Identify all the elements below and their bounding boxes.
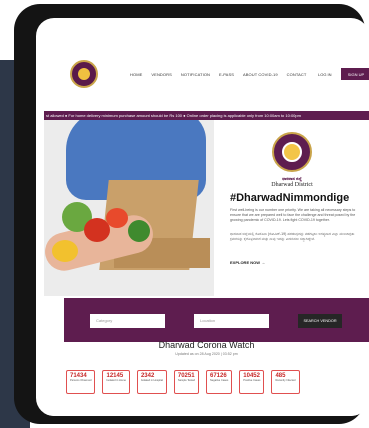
stat-label: Sample Tested xyxy=(177,379,195,382)
photo-veg xyxy=(52,240,78,262)
site-logo[interactable] xyxy=(70,60,98,88)
kannada-title: ಧಾರವಾಡ ಜಿಲ್ಲೆ xyxy=(282,176,302,181)
hero-description: First well-being is our number one prior… xyxy=(230,208,356,222)
login-link[interactable]: LOG IN xyxy=(318,72,332,77)
stat-card: 12145 Isolated in Home xyxy=(102,370,130,394)
stat-card: 71434 Persons Observed xyxy=(66,370,96,394)
corona-watch-title: Dharwad Corona Watch xyxy=(158,340,255,350)
explore-now-link[interactable]: EXPLORE NOW → xyxy=(230,260,265,265)
emblem-center xyxy=(282,142,302,162)
announcement-ticker: st allowed ● For home delivery minimum p… xyxy=(44,111,369,120)
stat-card: 67126 Negative Cases xyxy=(205,370,233,394)
delivery-photo xyxy=(44,120,214,296)
stat-label: Isolated in Home xyxy=(106,379,126,382)
stat-card: 70251 Sample Tested xyxy=(173,370,199,394)
stat-label: Negative Cases xyxy=(209,379,229,382)
stat-card: 10452 Positive Cases xyxy=(239,370,265,394)
menu-contact[interactable]: CONTACT xyxy=(287,72,307,77)
menu-home[interactable]: HOME xyxy=(130,72,142,77)
stats-row: 71434 Persons Observed 12145 Isolated in H… xyxy=(66,370,300,394)
menu-notification[interactable]: NOTIFICATION xyxy=(181,72,210,77)
main-menu: HOME VENDORS NOTIFICATION E-PASS ABOUT C… xyxy=(130,72,306,77)
menu-vendors[interactable]: VENDORS xyxy=(151,72,171,77)
signup-button[interactable]: SIGN UP xyxy=(341,68,369,80)
tablet-screen: HOME VENDORS NOTIFICATION E-PASS ABOUT C… xyxy=(36,18,369,416)
stat-card: 2342 Isolated in Hospital xyxy=(136,370,167,394)
stat-label: Persons Observed xyxy=(70,379,92,382)
updated-timestamp: Updated as on 28 Aug 2020 | 03:52 pm xyxy=(175,352,238,356)
logo-emblem-icon xyxy=(78,68,90,80)
hero-description-kannada: ಧಾರವಾಡ ಜಿಲ್ಲೆಯಲ್ಲಿ ಕೊರೊನಾ (ಕೋವಿಡ್-19) ಹರ… xyxy=(230,232,355,241)
photo-veg xyxy=(106,208,128,228)
district-name: Dharwad District xyxy=(271,182,313,188)
stat-label: Recently Infected xyxy=(275,379,296,382)
location-input[interactable]: Location xyxy=(194,314,269,328)
stat-label: Isolated in Hospital xyxy=(140,379,163,382)
district-emblem-icon xyxy=(272,132,312,172)
top-navbar: HOME VENDORS NOTIFICATION E-PASS ABOUT C… xyxy=(44,54,369,102)
search-vendor-button[interactable]: SEARCH VENDOR xyxy=(298,314,342,328)
menu-about-covid[interactable]: ABOUT COVID-19 xyxy=(243,72,278,77)
hero-section: ಧಾರವಾಡ ಜಿಲ್ಲೆ Dharwad District #DharwadN… xyxy=(44,120,369,296)
vendor-search-bar: Category Location SEARCH VENDOR xyxy=(64,298,369,342)
menu-epass[interactable]: E-PASS xyxy=(219,72,234,77)
tablet-frame: HOME VENDORS NOTIFICATION E-PASS ABOUT C… xyxy=(14,4,369,424)
photo-veg xyxy=(128,220,150,242)
website-page: HOME VENDORS NOTIFICATION E-PASS ABOUT C… xyxy=(44,54,369,416)
category-input[interactable]: Category xyxy=(90,314,165,328)
hero-hashtag: #DharwadNimmondige xyxy=(230,192,350,204)
stat-card: 485 Recently Infected xyxy=(271,370,300,394)
stat-label: Positive Cases xyxy=(243,379,261,382)
